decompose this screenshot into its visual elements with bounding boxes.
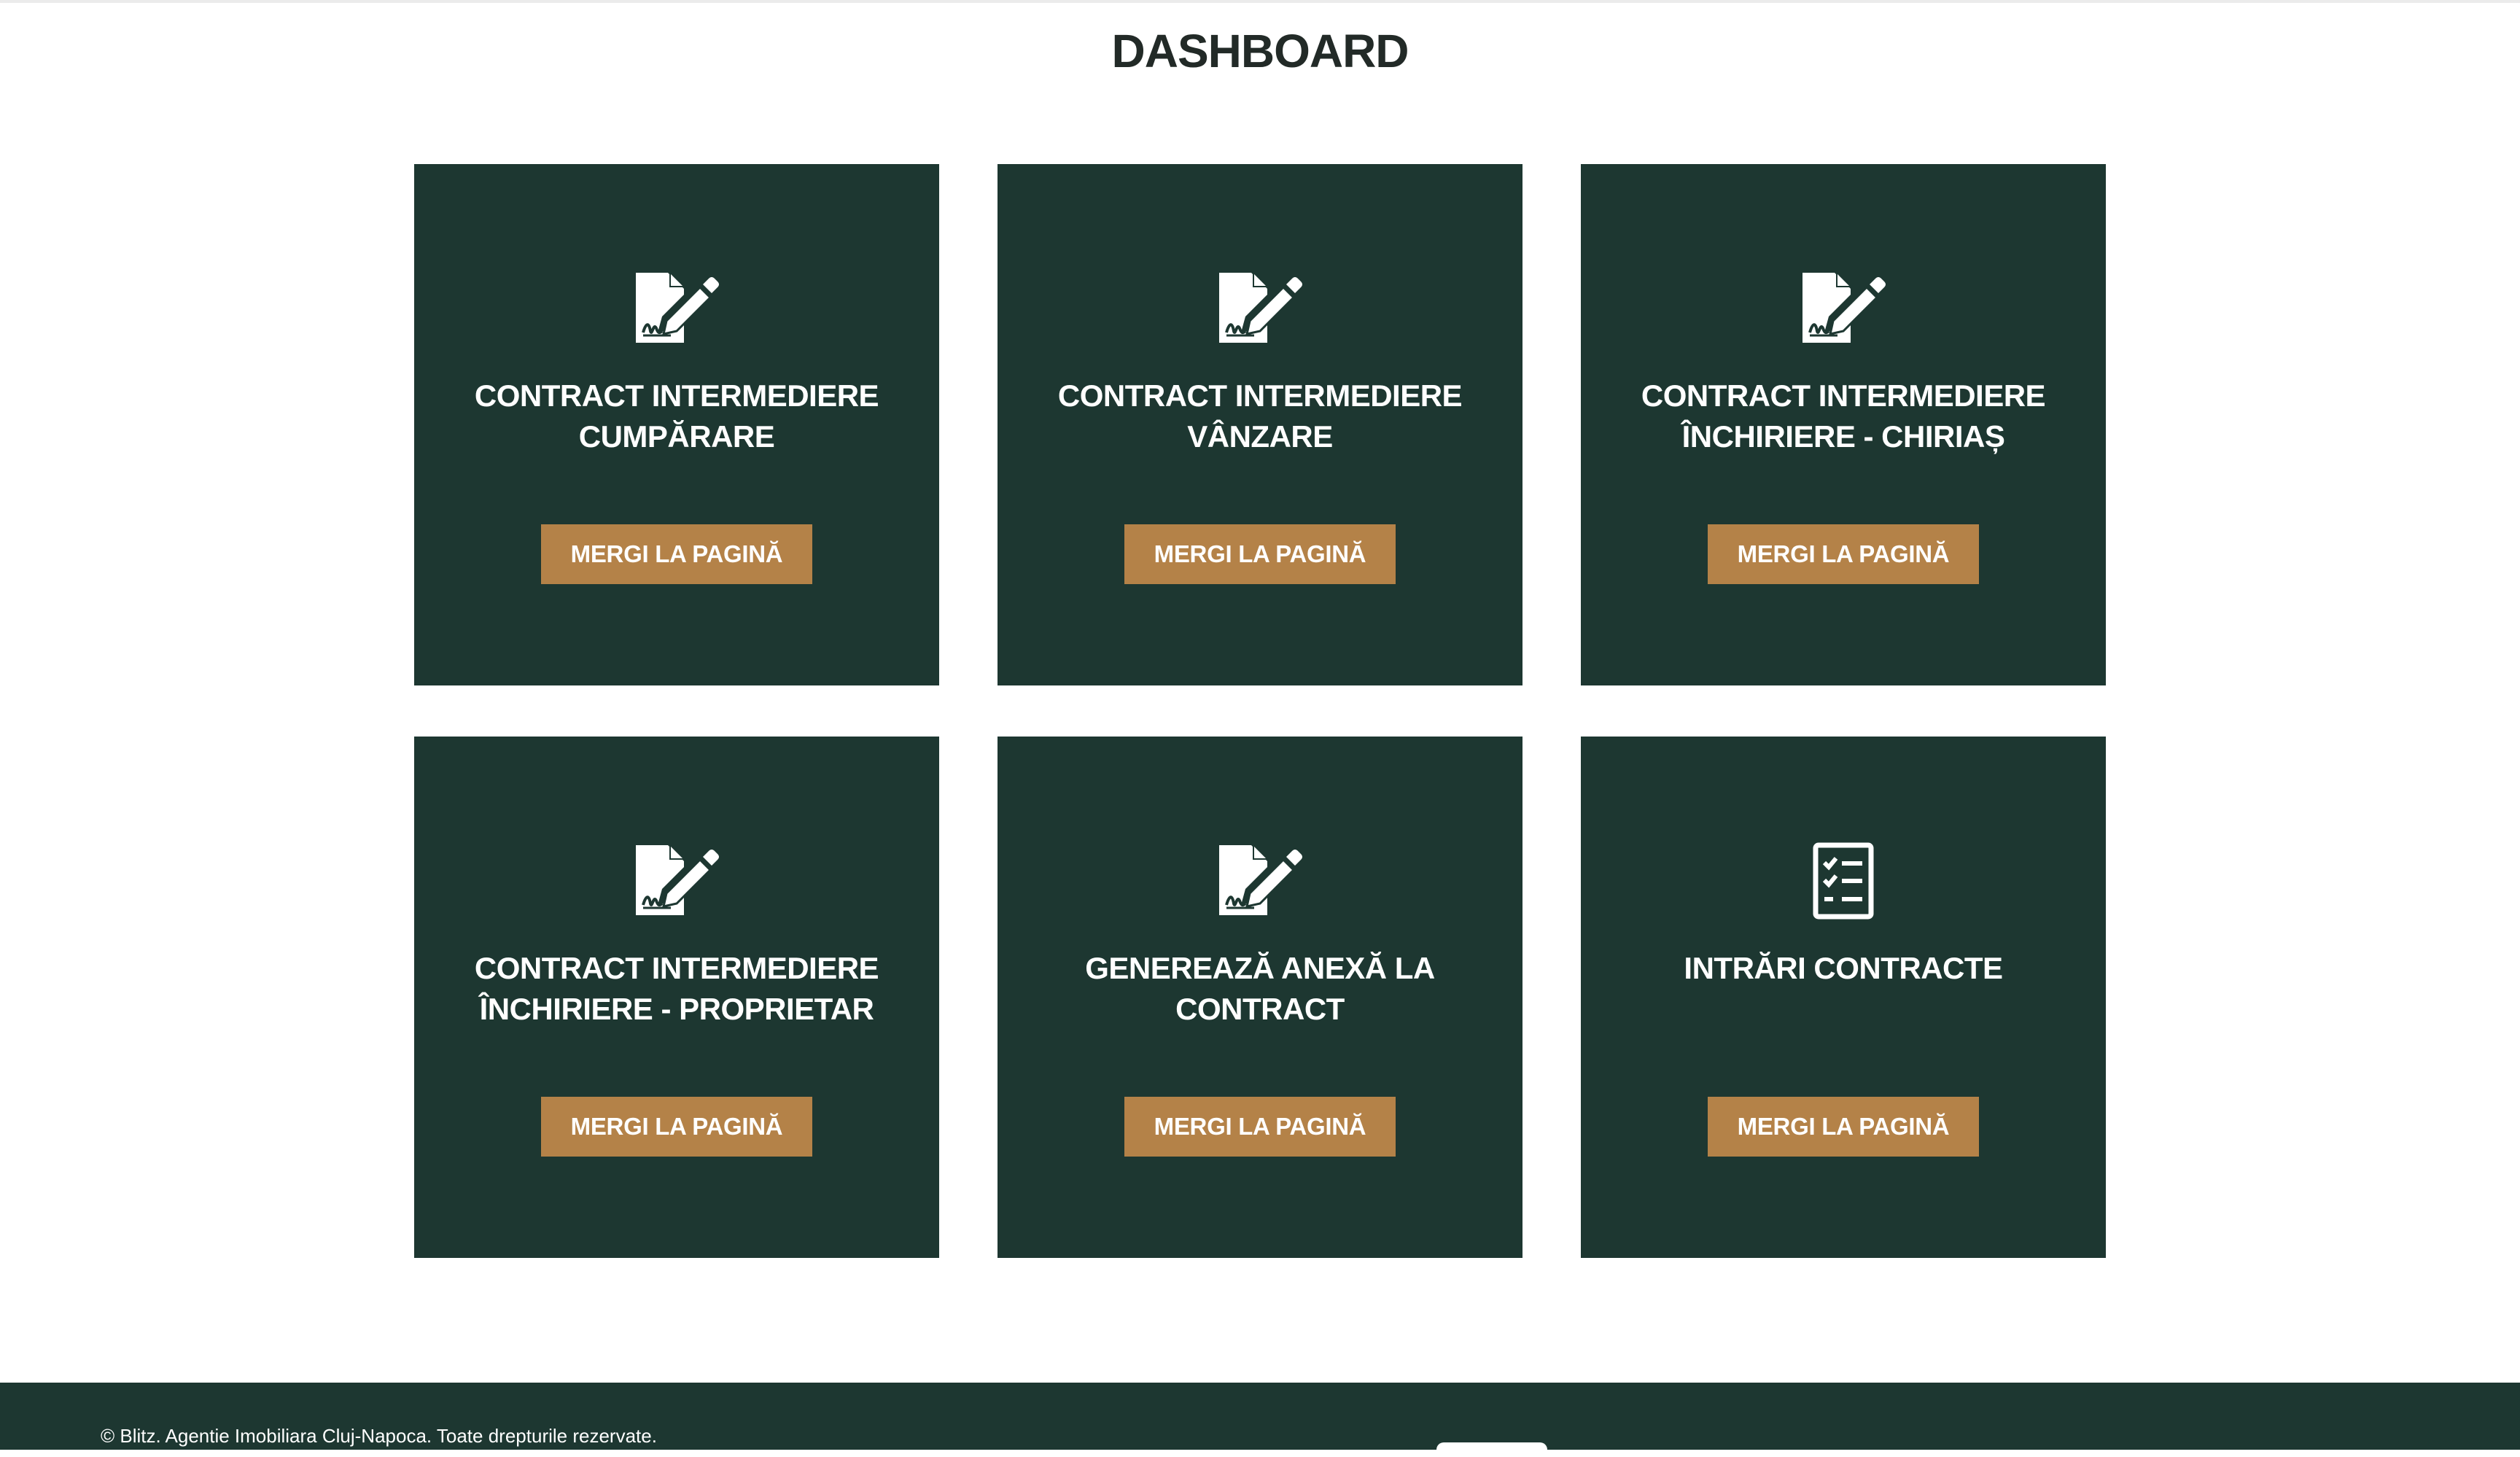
card-contract-cumparare: CONTRACT INTERMEDIERE CUMPĂRARE MERGI LA…	[414, 164, 939, 685]
footer-tab-handle[interactable]	[1436, 1442, 1547, 1457]
go-to-page-button[interactable]: MERGI LA PAGINĂ	[1124, 1097, 1396, 1157]
card-contract-vanzare: CONTRACT INTERMEDIERE VÂNZARE MERGI LA P…	[998, 164, 1522, 685]
go-to-page-button[interactable]: MERGI LA PAGINĂ	[1708, 1097, 1979, 1157]
card-intrari-contracte: INTRĂRI CONTRACTE MERGI LA PAGINĂ	[1581, 737, 2106, 1258]
go-to-page-button[interactable]: MERGI LA PAGINĂ	[1124, 524, 1396, 584]
card-contract-inchiriere-proprietar: CONTRACT INTERMEDIERE ÎNCHIRIERE - PROPR…	[414, 737, 939, 1258]
go-to-page-button[interactable]: MERGI LA PAGINĂ	[1708, 524, 1979, 584]
dashboard-grid: CONTRACT INTERMEDIERE CUMPĂRARE MERGI LA…	[414, 164, 2106, 1258]
checklist-icon	[1581, 842, 2106, 922]
file-signature-icon	[998, 842, 1522, 922]
footer-copyright: © Blitz. Agentie Imobiliara Cluj-Napoca.…	[101, 1425, 657, 1447]
go-to-page-button[interactable]: MERGI LA PAGINĂ	[541, 524, 812, 584]
card-title: CONTRACT INTERMEDIERE ÎNCHIRIERE - CHIRI…	[1641, 378, 2046, 454]
file-signature-icon	[998, 270, 1522, 350]
card-genereaza-anexa: GENEREAZĂ ANEXĂ LA CONTRACT MERGI LA PAG…	[998, 737, 1522, 1258]
card-contract-inchiriere-chirias: CONTRACT INTERMEDIERE ÎNCHIRIERE - CHIRI…	[1581, 164, 2106, 685]
card-title: CONTRACT INTERMEDIERE CUMPĂRARE	[474, 378, 879, 454]
card-title: CONTRACT INTERMEDIERE VÂNZARE	[1057, 378, 1463, 454]
card-title: GENEREAZĂ ANEXĂ LA CONTRACT	[1085, 951, 1435, 1026]
file-signature-icon	[414, 270, 939, 350]
footer: © Blitz. Agentie Imobiliara Cluj-Napoca.…	[0, 1383, 2520, 1457]
page-title: DASHBOARD	[1111, 25, 1409, 77]
card-title: INTRĂRI CONTRACTE	[1684, 951, 2003, 985]
file-signature-icon	[1581, 270, 2106, 350]
card-title: CONTRACT INTERMEDIERE ÎNCHIRIERE - PROPR…	[474, 951, 879, 1026]
top-divider	[0, 0, 2520, 3]
file-signature-icon	[414, 842, 939, 922]
go-to-page-button[interactable]: MERGI LA PAGINĂ	[541, 1097, 812, 1157]
